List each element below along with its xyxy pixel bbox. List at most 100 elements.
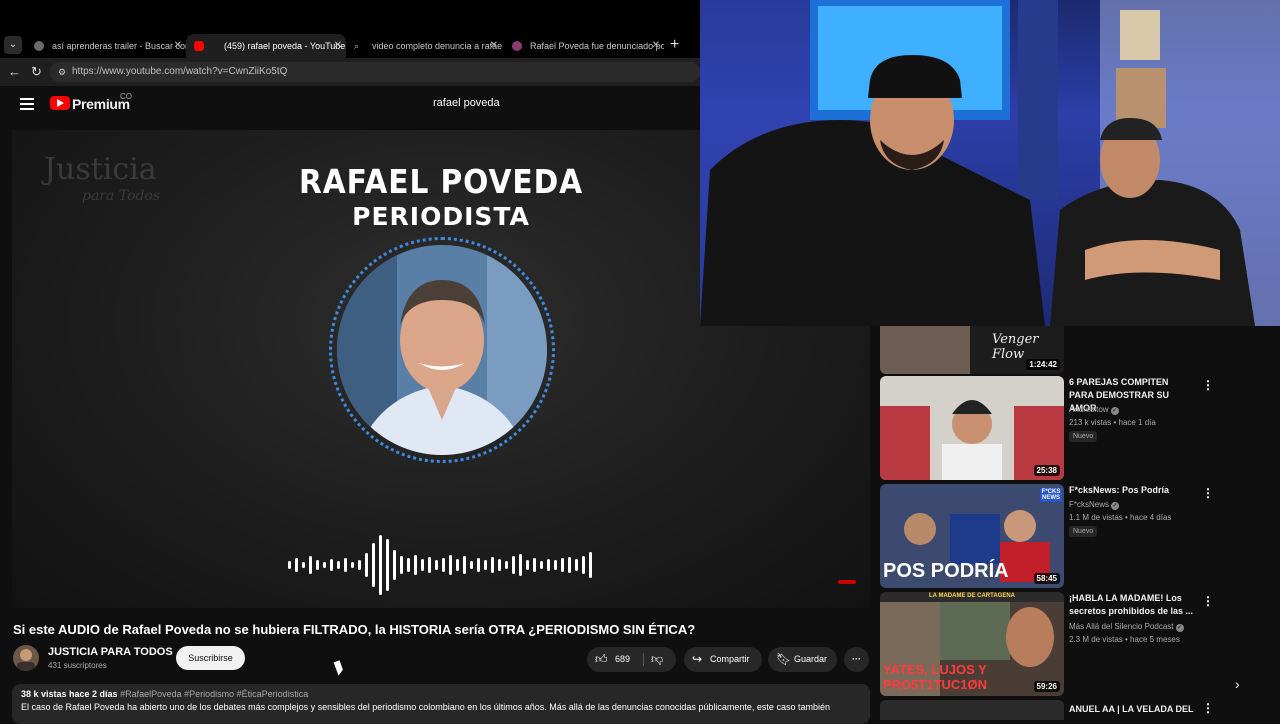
like-icon[interactable]: 👍︎ [595,647,608,672]
video-title[interactable]: ANUEL AA | LA VELADA DEL [1069,703,1194,716]
waveform-bar [582,556,585,574]
thumbnail-text: Venger Flow [992,332,1039,362]
url-field[interactable]: ⚙ https://www.youtube.com/watch?v=CwnZii… [50,62,700,82]
video-meta: 2.3 M de vistas • hace 5 meses [1069,635,1180,644]
bookmark-icon: 🔖︎ [776,652,792,666]
thumbnail-text: YATES, LUJOS Y PRO5T1TUC1ØN [883,662,988,692]
more-actions-icon[interactable]: ··· [844,647,869,672]
waveform-bar [330,559,333,571]
dislike-icon[interactable]: 👎︎ [651,647,663,672]
video-duration: 58:45 [1033,573,1060,584]
waveform-bar [302,562,305,568]
browser-tab-2[interactable]: (459) rafael poveda - YouTube ✕ [186,34,346,58]
sidebar-video-1[interactable]: Venger Flow 1:24:42 [880,326,1270,374]
waveform-bar [323,562,326,568]
waveform-bar [316,560,319,570]
verified-icon: ✓ [1175,624,1184,632]
new-badge: Nuevo [1069,526,1098,537]
close-icon[interactable]: ✕ [334,34,342,58]
waveform-bar [421,559,424,571]
reload-icon[interactable]: ↻ [31,64,42,80]
menu-icon[interactable] [20,98,34,110]
video-title[interactable]: ¡HABLA LA MADAME! Los secretos prohibido… [1069,592,1194,618]
video-title[interactable]: F*cksNews: Pos Podría [1069,484,1194,497]
youtube-logo-icon[interactable] [50,96,70,110]
share-icon: ↪ [692,652,703,666]
more-options-icon[interactable]: ⋮ [1202,701,1214,715]
divider [643,653,644,666]
channel-name[interactable]: Andresitow ✓ [1069,405,1119,415]
sidebar-video-2[interactable]: 25:38 6 PAREJAS COMPITEN PARA DEMOSTRAR … [880,376,1270,480]
video-thumbnail[interactable] [880,700,1064,720]
waveform-bar [393,550,396,580]
chevron-right-icon[interactable]: › [1235,676,1240,692]
channel-name[interactable]: F*cksNews ✓ [1069,500,1120,510]
waveform-bar [575,559,578,571]
back-arrow-icon[interactable]: ← [8,64,21,79]
video-thumbnail[interactable]: LA MADAME DE CARTAGENA YATES, LUJOS Y PR… [880,592,1064,696]
video-thumbnail[interactable]: 25:38 [880,376,1064,480]
address-bar: ← ↻ ⚙ https://www.youtube.com/watch?v=Cw… [0,58,700,86]
waveform-bar [512,556,515,574]
tab-list-chevron-icon[interactable]: ⌄ [4,36,22,54]
verified-icon: ✓ [1110,407,1119,415]
description-box[interactable]: 38 k vistas hace 2 días #RafaelPoveda #P… [12,684,870,724]
video-meta: 1.1 M de vistas • hace 4 días [1069,513,1172,522]
views-date: 38 k vistas hace 2 días [21,689,118,699]
channel-avatar[interactable] [13,645,39,671]
thumbnail-caption: LA MADAME DE CARTAGENA [929,593,1015,599]
new-tab-icon[interactable]: + [670,36,679,54]
waveform-bar [442,558,445,572]
channel-label: Más Allá del Silencio Podcast [1069,622,1174,631]
hashtags[interactable]: #RafaelPoveda #Periodismo #ÉticaPeriodis… [120,689,308,699]
video-meta: 213 k vistas • hace 1 día [1069,418,1156,427]
waveform-bar [547,559,550,571]
waveform-bar [386,539,389,591]
thumbnail-text: POS PODRÍA [883,560,1009,582]
waveform-bar [491,557,494,573]
sidebar-video-3[interactable]: F*CKS NEWS POS PODRÍA 58:45 F*cksNews: P… [880,484,1270,588]
share-button[interactable]: ↪ Compartir [684,647,762,672]
browser-tab-3[interactable]: ⌕ video completo denuncia a rafael ✕ [346,34,502,58]
tab-title: (459) rafael poveda - YouTube [224,41,346,51]
more-options-icon[interactable]: ⋮ [1202,486,1214,500]
more-options-icon[interactable]: ⋮ [1202,378,1214,392]
more-options-icon[interactable]: ⋮ [1202,594,1214,608]
waveform-bar [526,560,529,570]
channel-name[interactable]: Más Allá del Silencio Podcast ✓ [1069,622,1184,632]
video-title: Si este AUDIO de Rafael Poveda no se hub… [13,622,696,637]
video-duration: 1:24:42 [1026,359,1060,370]
thumbnail-logo: F*CKS NEWS [1040,488,1062,502]
search-input[interactable]: rafael poveda [433,97,500,109]
video-thumbnail[interactable]: F*CKS NEWS POS PODRÍA 58:45 [880,484,1064,588]
save-button[interactable]: 🔖︎ Guardar [768,647,837,672]
waveform-bar [372,543,375,587]
browser-tab-1[interactable]: así aprenderas trailer - Buscar con ✕ [26,34,186,58]
waveform-bar [309,556,312,574]
like-count[interactable]: 689 [615,647,630,672]
share-label: Compartir [710,654,750,664]
subscribe-button[interactable]: Suscribirse [176,646,245,670]
close-icon[interactable]: ✕ [652,34,660,58]
subscriber-count: 431 suscriptores [48,661,107,670]
video-duration: 25:38 [1033,465,1060,476]
sidebar-video-4[interactable]: LA MADAME DE CARTAGENA YATES, LUJOS Y PR… [880,592,1270,696]
waveform-bar [295,558,298,572]
video-thumbnail[interactable]: Venger Flow 1:24:42 [880,326,1064,374]
site-info-icon[interactable]: ⚙ [58,62,66,82]
sidebar-video-5[interactable]: ANUEL AA | LA VELADA DEL ⋮ [880,700,1270,720]
browser-tab-4[interactable]: Rafael Poveda fue denunciado po ✕ [504,34,664,58]
close-icon[interactable]: ✕ [174,34,182,58]
close-icon[interactable]: ✕ [490,34,498,58]
tab-title: video completo denuncia a rafael [372,41,502,51]
waveform-bar [407,558,410,572]
browser-tab-bar: ⌄ así aprenderas trailer - Buscar con ✕ … [0,0,700,60]
verified-icon: ✓ [1111,502,1120,510]
waveform-bar [351,562,354,568]
channel-name[interactable]: JUSTICIA PARA TODOS [48,646,173,658]
audio-waveform [288,535,592,595]
waveform-bar [463,556,466,574]
new-badge: Nuevo [1069,431,1098,442]
waveform-bar [554,560,557,570]
save-label: Guardar [794,654,828,664]
